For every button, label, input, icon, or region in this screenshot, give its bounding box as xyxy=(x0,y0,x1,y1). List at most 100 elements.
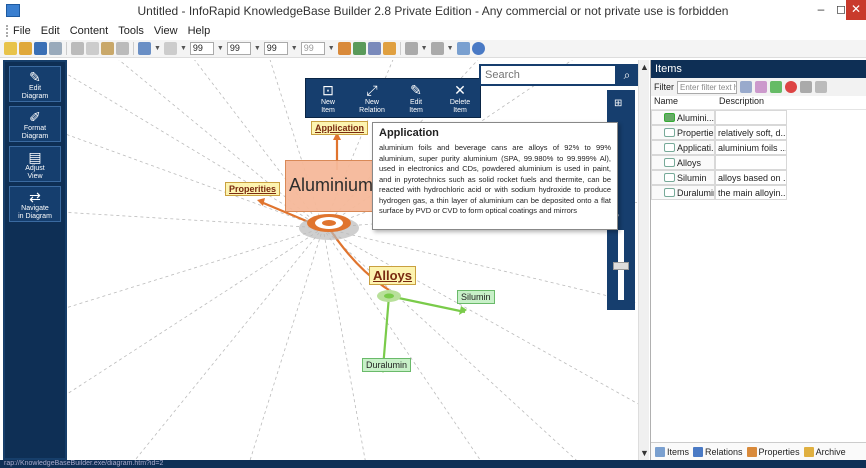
edge-silumin xyxy=(388,294,466,314)
scroll-up-icon[interactable]: ▲ xyxy=(640,62,649,72)
items-panel: Items Filter Enter filter text he Name D… xyxy=(650,60,866,460)
zoom-slider-handle[interactable] xyxy=(613,262,629,270)
delete-item-button[interactable]: ✕ Delete Item xyxy=(438,79,482,119)
open-folder-icon[interactable] xyxy=(19,42,32,55)
tab-relations[interactable]: Relations xyxy=(693,446,743,457)
cut-icon[interactable] xyxy=(71,42,84,55)
node-application[interactable]: Application xyxy=(311,121,368,135)
navigate-diagram-button[interactable]: ⇄ Navigate in Diagram xyxy=(9,186,61,222)
highlight-icon[interactable] xyxy=(382,42,396,55)
menu-content[interactable]: Content xyxy=(70,25,109,37)
search-icon[interactable]: ⌕ xyxy=(617,66,637,84)
delete-icon[interactable] xyxy=(116,42,129,55)
chevron-down-icon[interactable]: ▼ xyxy=(421,45,428,52)
menu-view[interactable]: View xyxy=(154,25,178,37)
tab-label: Items xyxy=(667,446,690,457)
table-row[interactable]: Silumin alloys based on ... xyxy=(651,170,866,185)
format-icon[interactable] xyxy=(138,42,151,55)
scroll-down-icon[interactable]: ▼ xyxy=(640,448,649,458)
chevron-down-icon[interactable]: ▼ xyxy=(328,45,335,52)
spacing-field[interactable]: 99 xyxy=(300,42,325,55)
close-button[interactable]: ✕ xyxy=(846,0,866,20)
menu-file[interactable]: File xyxy=(13,25,31,37)
screen-icon: ▤ xyxy=(28,149,42,165)
edit-item-icon: ✎ xyxy=(410,82,422,98)
height-field[interactable]: 99 xyxy=(263,42,288,55)
paste-icon[interactable] xyxy=(101,42,114,55)
table-row[interactable]: Alloys xyxy=(651,155,866,170)
filter-input[interactable]: Enter filter text he xyxy=(677,80,737,94)
shape-icon[interactable] xyxy=(163,42,177,55)
remove-item-icon[interactable] xyxy=(785,81,797,93)
chevron-down-icon[interactable]: ▼ xyxy=(447,45,454,52)
format-diagram-button[interactable]: ✐ Format Diagram xyxy=(9,106,61,142)
help-icon[interactable] xyxy=(471,42,485,55)
new-relation-button[interactable]: ⤢ New Relation xyxy=(350,79,394,119)
new-item-button[interactable]: ⊡ New Item xyxy=(306,79,350,119)
width-field[interactable]: 99 xyxy=(226,42,251,55)
item-icon xyxy=(664,188,675,197)
menu-help[interactable]: Help xyxy=(188,25,211,37)
item-icon xyxy=(664,158,675,167)
menu-edit[interactable]: Edit xyxy=(41,25,60,37)
add-item-icon[interactable] xyxy=(770,81,782,93)
node-properities[interactable]: Properities xyxy=(225,182,281,196)
button-label: Edit Item xyxy=(409,99,423,114)
tab-archive[interactable]: Archive xyxy=(803,446,846,457)
item-name: Applicati... xyxy=(677,142,715,153)
toolbar-separator xyxy=(399,42,401,55)
network-icon[interactable] xyxy=(367,42,381,55)
tab-items[interactable]: Items xyxy=(655,446,690,457)
copy-icon[interactable] xyxy=(86,42,99,55)
filter-options-icon[interactable] xyxy=(740,81,752,93)
relations-icon xyxy=(693,446,704,457)
main-node-box[interactable]: Aluminium xyxy=(285,160,377,212)
item-name: Properties xyxy=(677,127,715,138)
chevron-down-icon[interactable]: ▼ xyxy=(180,45,187,52)
expand-icon[interactable] xyxy=(815,81,827,93)
sort-icon[interactable] xyxy=(755,81,767,93)
alloys-node-core xyxy=(384,293,394,299)
fit-view-icon[interactable]: ⊞ xyxy=(614,98,622,109)
tree-icon[interactable] xyxy=(352,42,366,55)
table-row[interactable]: Alumini... xyxy=(651,110,866,125)
zoom-out-icon[interactable] xyxy=(430,42,444,55)
table-row[interactable]: Duralumin the main alloyin... xyxy=(651,185,866,200)
zoom-in-icon[interactable] xyxy=(404,42,418,55)
layout-icon[interactable] xyxy=(337,42,351,55)
item-desc: relatively soft, d... xyxy=(715,125,787,140)
chevron-down-icon[interactable]: ▼ xyxy=(254,45,261,52)
adjust-view-button[interactable]: ▤ Adjust View xyxy=(9,146,61,182)
menu-tools[interactable]: Tools xyxy=(118,25,144,37)
tab-label: Properties xyxy=(758,446,800,457)
window-icon[interactable] xyxy=(456,42,470,55)
canvas-scrollbar[interactable]: ▲ ▼ xyxy=(638,60,649,460)
search-input[interactable] xyxy=(481,66,615,84)
chevron-down-icon[interactable]: ▼ xyxy=(217,45,224,52)
menu-grip xyxy=(6,25,9,37)
item-name: Silumin xyxy=(677,172,707,183)
item-icon xyxy=(664,143,675,152)
column-name[interactable]: Name xyxy=(651,96,715,109)
new-relation-icon: ⤢ xyxy=(366,82,378,98)
chevron-down-icon[interactable]: ▼ xyxy=(291,45,298,52)
table-row[interactable]: Properties relatively soft, d... xyxy=(651,125,866,140)
tab-properties[interactable]: Properties xyxy=(746,446,800,457)
chevron-down-icon[interactable]: ▼ xyxy=(154,45,161,52)
button-label: Delete Item xyxy=(449,99,471,114)
print-icon[interactable] xyxy=(49,42,62,55)
edit-diagram-button[interactable]: ✎ Edit Diagram xyxy=(9,66,61,102)
new-file-icon[interactable] xyxy=(4,42,17,55)
font-size-field[interactable]: 99 xyxy=(189,42,214,55)
diagram-canvas[interactable]: Aluminium Properities Application Alloys… xyxy=(67,60,638,460)
save-icon[interactable] xyxy=(34,42,47,55)
button-label: Adjust View xyxy=(25,165,45,180)
node-alloys[interactable]: Alloys xyxy=(369,266,417,285)
node-duralumin[interactable]: Duralumin xyxy=(362,358,412,372)
column-description[interactable]: Description xyxy=(715,96,764,109)
table-row[interactable]: Applicati... aluminium foils ... xyxy=(651,140,866,155)
edit-item-button[interactable]: ✎ Edit Item xyxy=(394,79,438,119)
node-silumin[interactable]: Silumin xyxy=(457,290,495,304)
refresh-icon[interactable] xyxy=(800,81,812,93)
archive-icon xyxy=(803,446,814,457)
